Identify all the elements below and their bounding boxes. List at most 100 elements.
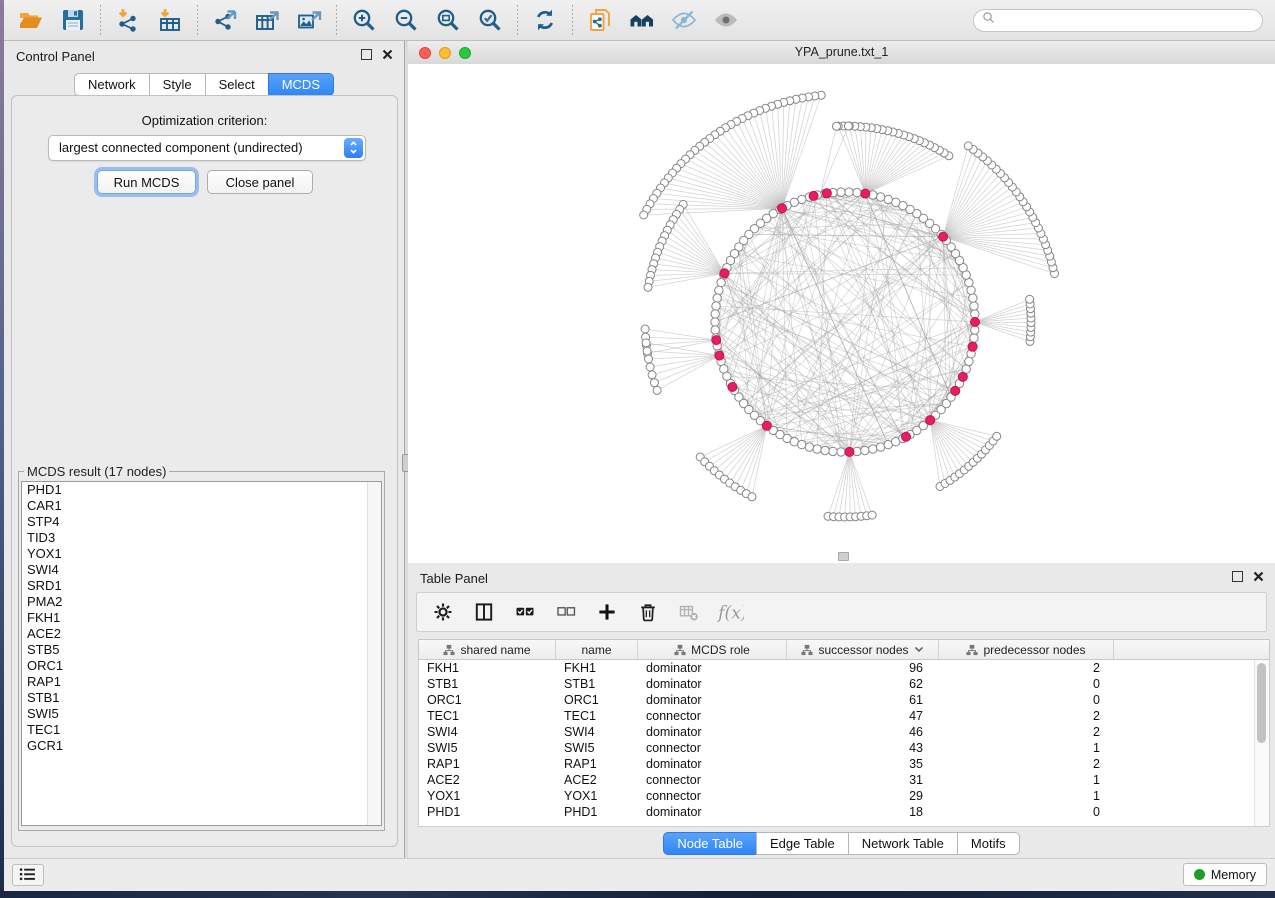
mcds-node[interactable] (968, 342, 977, 351)
mcds-node[interactable] (958, 372, 967, 381)
cell-MCDS-role: dominator (638, 725, 787, 739)
search-input[interactable] (1002, 13, 1246, 29)
result-node-item[interactable]: ORC1 (22, 658, 381, 674)
criterion-select[interactable]: largest connected component (undirected) (48, 135, 366, 161)
mcds-node[interactable] (902, 432, 911, 441)
table-row[interactable]: ACE2ACE2connector311 (419, 772, 1269, 788)
table-row[interactable]: YOX1YOX1connector291 (419, 788, 1269, 804)
duplicate-network-button[interactable] (581, 3, 619, 37)
export-table-button[interactable] (248, 3, 286, 37)
result-node-item[interactable]: TEC1 (22, 722, 381, 738)
result-list-scrollbar[interactable] (367, 482, 381, 825)
mcds-node[interactable] (939, 232, 948, 241)
column-header-shared-name[interactable]: shared name (419, 640, 556, 659)
float-panel-icon[interactable] (361, 49, 372, 60)
horizontal-splitter-grip[interactable] (838, 552, 849, 561)
tab-network[interactable]: Network (74, 73, 150, 96)
mcds-node[interactable] (809, 191, 818, 200)
close-table-panel-icon[interactable] (1252, 570, 1265, 583)
first-neighbors-button[interactable] (623, 3, 661, 37)
table-row[interactable]: ORC1ORC1dominator610 (419, 692, 1269, 708)
table-row[interactable]: FKH1FKH1dominator962 (419, 660, 1269, 676)
mcds-result-list[interactable]: PHD1CAR1STP4TID3YOX1SWI4SRD1PMA2FKH1ACE2… (21, 481, 382, 826)
hide-selected-button[interactable] (665, 3, 703, 37)
import-table-button[interactable] (151, 3, 189, 37)
network-window-titlebar[interactable]: YPA_prune.txt_1 (408, 41, 1275, 65)
mcds-node[interactable] (778, 204, 787, 213)
memory-button[interactable]: Memory (1183, 863, 1267, 886)
show-columns-button[interactable] (470, 598, 498, 626)
mcds-node[interactable] (715, 351, 724, 360)
task-history-button[interactable] (12, 864, 44, 886)
export-network-button[interactable] (206, 3, 244, 37)
result-node-item[interactable]: TID3 (22, 530, 381, 546)
column-header-MCDS-role[interactable]: MCDS role (638, 640, 787, 659)
result-node-item[interactable]: ACE2 (22, 626, 381, 642)
result-node-item[interactable]: PMA2 (22, 594, 381, 610)
table-row[interactable]: SWI4SWI4dominator462 (419, 724, 1269, 740)
export-image-button[interactable] (290, 3, 328, 37)
result-node-item[interactable]: STB5 (22, 642, 381, 658)
column-header-name[interactable]: name (556, 640, 638, 659)
table-row[interactable]: SWI5SWI5connector431 (419, 740, 1269, 756)
network-graph[interactable] (408, 64, 1275, 563)
result-node-item[interactable]: SWI5 (22, 706, 381, 722)
zoom-in-button[interactable] (345, 3, 383, 37)
result-node-item[interactable]: FKH1 (22, 610, 381, 626)
tab-network-table[interactable]: Network Table (848, 832, 958, 855)
zoom-fit-button[interactable] (429, 3, 467, 37)
table-row[interactable]: STB1STB1dominator620 (419, 676, 1269, 692)
close-panel-button[interactable]: Close panel (207, 170, 313, 194)
select-all-rows-button[interactable] (511, 598, 539, 626)
save-session-button[interactable] (54, 3, 92, 37)
column-header-predecessor-nodes[interactable]: predecessor nodes (939, 640, 1114, 659)
mcds-node[interactable] (720, 269, 729, 278)
mcds-node[interactable] (951, 386, 960, 395)
tab-edge-table[interactable]: Edge Table (756, 832, 849, 855)
apply-layout-button[interactable] (526, 3, 564, 37)
run-mcds-button[interactable]: Run MCDS (97, 170, 196, 194)
table-row[interactable]: RAP1RAP1dominator352 (419, 756, 1269, 772)
table-body[interactable]: FKH1FKH1dominator962STB1STB1dominator620… (418, 660, 1270, 827)
mcds-node[interactable] (712, 336, 721, 345)
result-node-item[interactable]: STB1 (22, 690, 381, 706)
tab-style[interactable]: Style (149, 73, 206, 96)
close-panel-icon[interactable] (381, 48, 394, 61)
mcds-node[interactable] (861, 189, 870, 198)
result-node-item[interactable]: STP4 (22, 514, 381, 530)
result-node-item[interactable]: YOX1 (22, 546, 381, 562)
zoom-out-button[interactable] (387, 3, 425, 37)
column-header-successor-nodes[interactable]: successor nodes (787, 640, 939, 659)
tab-node-table[interactable]: Node Table (663, 832, 757, 855)
table-scrollbar[interactable] (1254, 660, 1269, 826)
table-row[interactable]: PHD1PHD1dominator180 (419, 804, 1269, 820)
tab-motifs[interactable]: Motifs (957, 832, 1020, 855)
result-node-item[interactable]: RAP1 (22, 674, 381, 690)
mcds-node[interactable] (926, 416, 935, 425)
table-settings-button[interactable] (429, 598, 457, 626)
result-node-item[interactable]: GCR1 (22, 738, 381, 754)
result-node-item[interactable]: SRD1 (22, 578, 381, 594)
add-column-button[interactable] (593, 598, 621, 626)
mcds-node[interactable] (822, 189, 831, 198)
open-session-button[interactable] (12, 3, 50, 37)
float-table-panel-icon[interactable] (1232, 571, 1243, 582)
mcds-node[interactable] (728, 383, 737, 392)
table-scrollbar-thumb[interactable] (1257, 663, 1266, 743)
show-all-button[interactable] (707, 3, 745, 37)
tab-select[interactable]: Select (205, 73, 269, 96)
mcds-node[interactable] (971, 318, 980, 327)
table-row[interactable]: TEC1TEC1connector472 (419, 708, 1269, 724)
mcds-node[interactable] (845, 447, 854, 456)
result-node-item[interactable]: SWI4 (22, 562, 381, 578)
mcds-node[interactable] (762, 421, 771, 430)
search-field[interactable] (973, 9, 1263, 32)
zoom-selected-button[interactable] (471, 3, 509, 37)
result-node-item[interactable]: PHD1 (22, 482, 381, 498)
delete-column-button[interactable] (634, 598, 662, 626)
tab-mcds[interactable]: MCDS (268, 73, 334, 96)
deselect-all-rows-button[interactable] (552, 598, 580, 626)
import-network-button[interactable] (109, 3, 147, 37)
network-canvas[interactable] (408, 64, 1275, 563)
result-node-item[interactable]: CAR1 (22, 498, 381, 514)
